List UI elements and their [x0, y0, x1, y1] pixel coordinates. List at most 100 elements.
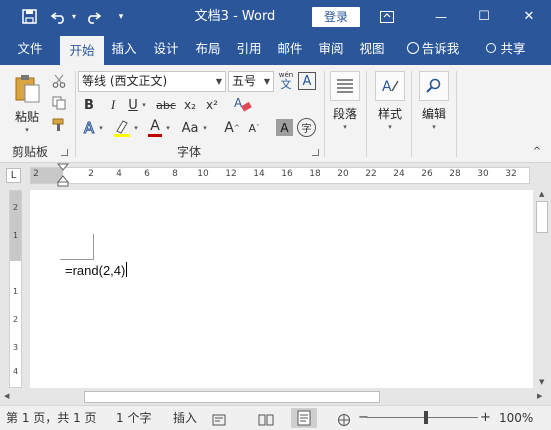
copy-icon[interactable] — [50, 94, 68, 112]
scroll-down-icon[interactable]: ▼ — [539, 378, 544, 386]
tab-design[interactable]: 设计 — [146, 33, 186, 65]
horizontal-scrollbar[interactable]: ◀ ▶ — [0, 388, 551, 405]
phonetic-guide-icon[interactable]: wén 文 — [276, 69, 296, 93]
change-case-button[interactable]: Aa — [178, 118, 202, 138]
page-count[interactable]: 第 1 页，共 1 页 — [6, 406, 97, 430]
undo-dropdown-icon[interactable]: ▾ — [69, 0, 79, 33]
document-page[interactable]: =rand(2,4) — [30, 190, 533, 388]
scroll-up-icon[interactable]: ▲ — [539, 190, 544, 198]
font-color-dropdown-icon[interactable]: ▾ — [164, 123, 172, 133]
ruler-tick: 30 — [477, 169, 489, 179]
tab-insert[interactable]: 插入 — [104, 33, 144, 65]
vertical-scrollbar[interactable]: ▲ ▼ — [533, 188, 551, 388]
vertical-ruler[interactable]: 2 1 1 2 3 4 — [9, 190, 22, 388]
tab-file[interactable]: 文件 — [8, 33, 52, 65]
character-border-icon[interactable]: A — [298, 72, 316, 90]
zoom-slider-track[interactable] — [366, 417, 478, 418]
tab-home[interactable]: 开始 — [60, 36, 104, 65]
text-effects-dropdown-icon[interactable]: ▾ — [97, 123, 105, 133]
read-mode-icon[interactable] — [258, 411, 274, 426]
macro-record-icon[interactable] — [212, 411, 226, 426]
scroll-right-icon[interactable]: ▶ — [537, 392, 542, 400]
editing-dropdown-icon[interactable]: ▾ — [429, 122, 439, 132]
minimize-button[interactable]: — — [423, 0, 459, 33]
save-icon[interactable] — [18, 0, 40, 33]
indent-markers-icon[interactable] — [56, 163, 70, 187]
insert-mode[interactable]: 插入 — [173, 406, 197, 430]
ribbon-tabs: 文件 开始 插入 设计 布局 引用 邮件 审阅 视图 告诉我 共享 — [0, 33, 551, 65]
horizontal-scroll-thumb[interactable] — [84, 391, 380, 403]
vruler-number: 1 — [12, 231, 19, 240]
paragraph-dropdown-icon[interactable]: ▾ — [340, 122, 350, 132]
font-color-button[interactable]: A — [146, 117, 164, 139]
tab-references[interactable]: 引用 — [229, 33, 269, 65]
vruler-number: 4 — [12, 367, 19, 376]
ruler-tick: 22 — [365, 169, 377, 179]
zoom-slider-thumb[interactable] — [424, 411, 428, 424]
grow-font-button[interactable]: A ^ — [222, 118, 242, 138]
paste-label[interactable]: 粘贴 — [11, 108, 43, 125]
scroll-left-icon[interactable]: ◀ — [4, 392, 9, 400]
ribbon-display-options-icon[interactable] — [372, 0, 402, 33]
customize-qat-icon[interactable]: ▾ — [113, 0, 129, 33]
collapse-ribbon-icon[interactable]: ^ — [530, 145, 544, 157]
tab-mailings[interactable]: 邮件 — [270, 33, 310, 65]
tab-review[interactable]: 审阅 — [311, 33, 351, 65]
undo-icon[interactable] — [48, 0, 70, 33]
window-title: 文档3 - Word — [194, 9, 276, 24]
zoom-out-button[interactable]: − — [358, 406, 369, 430]
styles-dropdown-icon[interactable]: ▾ — [385, 122, 395, 132]
clear-formatting-icon[interactable]: A — [232, 94, 254, 114]
enclose-characters-button[interactable]: 字 — [297, 118, 316, 137]
strikethrough-button[interactable]: abc — [154, 96, 178, 114]
text-effects-button[interactable]: A — [80, 118, 98, 138]
font-name-value: 等线 (西文正文) — [82, 74, 168, 88]
character-shading-button[interactable]: A — [276, 119, 293, 136]
font-launcher-icon[interactable] — [312, 149, 319, 156]
zoom-in-button[interactable]: + — [480, 406, 491, 430]
tab-selector[interactable]: L — [6, 168, 21, 183]
ruler-tick: 20 — [337, 169, 349, 179]
print-layout-icon[interactable] — [291, 408, 317, 428]
italic-button[interactable]: I — [104, 96, 122, 114]
share-label: 共享 — [500, 41, 526, 56]
editing-search-icon[interactable] — [419, 71, 449, 101]
underline-dropdown-icon[interactable]: ▾ — [140, 100, 148, 110]
tab-layout[interactable]: 布局 — [188, 33, 228, 65]
font-size-combo[interactable]: 五号 ▼ — [228, 71, 274, 92]
subscript-button[interactable]: x₂ — [180, 96, 200, 114]
editing-label[interactable]: 编辑 — [416, 105, 452, 122]
tab-view[interactable]: 视图 — [352, 33, 392, 65]
paragraph-icon[interactable] — [330, 71, 360, 101]
styles-icon[interactable]: A — [375, 71, 405, 101]
highlight-icon[interactable] — [112, 118, 132, 138]
tell-me-box[interactable]: 告诉我 — [400, 33, 466, 65]
superscript-button[interactable]: x² — [202, 96, 222, 114]
login-button[interactable]: 登录 — [312, 7, 360, 27]
paragraph-label[interactable]: 段落 — [327, 105, 363, 122]
paste-dropdown-icon[interactable]: ▾ — [22, 125, 32, 135]
vertical-scroll-thumb[interactable] — [536, 201, 548, 233]
styles-label[interactable]: 样式 — [372, 105, 408, 122]
highlight-dropdown-icon[interactable]: ▾ — [132, 123, 140, 133]
cut-icon[interactable] — [50, 72, 68, 90]
clipboard-launcher-icon[interactable] — [61, 149, 68, 156]
word-count[interactable]: 1 个字 — [116, 406, 151, 430]
redo-icon[interactable] — [82, 0, 104, 33]
web-layout-icon[interactable] — [336, 411, 352, 426]
restore-button[interactable]: ☐ — [466, 0, 502, 33]
format-painter-icon[interactable] — [50, 116, 68, 134]
change-case-dropdown-icon[interactable]: ▾ — [201, 123, 209, 133]
ruler-tick: 4 — [116, 169, 122, 179]
close-button[interactable]: ✕ — [511, 0, 547, 33]
shrink-font-button[interactable]: Aˇ — [244, 118, 264, 138]
horizontal-ruler[interactable]: 2 2 4 6 8 10 12 14 16 18 20 22 24 26 28 … — [30, 167, 530, 184]
separator — [324, 71, 325, 157]
font-name-combo[interactable]: 等线 (西文正文) ▼ — [78, 71, 226, 92]
zoom-level[interactable]: 100% — [499, 406, 533, 430]
bold-button[interactable]: B — [80, 96, 98, 114]
paste-icon[interactable] — [12, 73, 42, 105]
vruler-number: 2 — [12, 315, 19, 324]
share-button[interactable]: 共享 — [478, 33, 534, 65]
document-text[interactable]: =rand(2,4) — [65, 262, 128, 278]
